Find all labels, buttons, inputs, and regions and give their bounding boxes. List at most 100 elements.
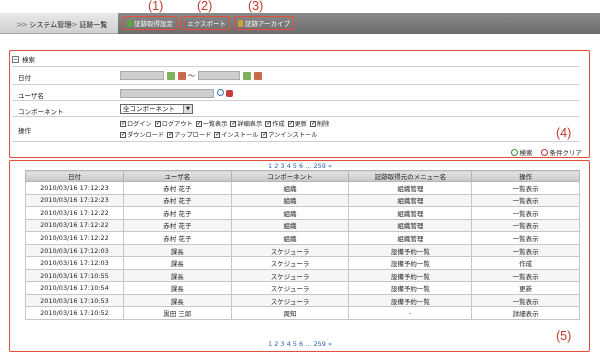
cell-menu: 組織管理 (348, 206, 473, 220)
cell-operation: 一覧表示 (471, 231, 580, 245)
column-header-operation[interactable]: 操作 (471, 170, 580, 182)
search-panel-header[interactable]: − 検索 (12, 54, 35, 64)
date-from-input[interactable] (120, 71, 164, 80)
callout-2: (2) (197, 0, 213, 13)
calendar-icon[interactable] (167, 72, 175, 80)
user-input[interactable] (120, 89, 214, 98)
cell-component: スケジューラ (230, 293, 350, 308)
column-header-date[interactable]: 日付 (25, 170, 124, 182)
checkbox-download[interactable]: ✓ ダウンロード (120, 130, 164, 139)
collapse-icon[interactable]: − (12, 55, 19, 63)
cell-operation: 一覧表示 (471, 268, 580, 283)
callout-3: (3) (248, 0, 264, 13)
cell-operation: 一覧表示 (471, 293, 580, 308)
archive-icon (238, 19, 243, 27)
table-row[interactable]: 2010/03/16 17:10:53 課長 スケジューラ 設備予約一覧 一覧表示 (25, 293, 580, 308)
column-header-component[interactable]: コンポーネント (230, 170, 350, 182)
table-row[interactable]: 2010/03/16 17:10:55 課長 スケジューラ 設備予約一覧 一覧表示 (25, 268, 580, 283)
breadcrumb-current-label: 証跡一覧 (79, 21, 108, 29)
checkbox-checked-icon: ✓ (120, 119, 127, 127)
cell-component: スケジューラ (230, 243, 350, 258)
table-row[interactable]: 2010/03/16 17:12:03 課長 スケジューラ 設備予約一覧 一覧表示 (25, 243, 580, 258)
tab-export-label: エクスポート (187, 20, 226, 28)
tab-archive[interactable]: 証跡アーカイブ (234, 16, 294, 30)
cell-menu: 組織管理 (348, 193, 473, 208)
calendar-icon[interactable] (243, 72, 251, 80)
checkbox-checked-icon: ✓ (309, 119, 316, 127)
audit-log-page: (1) (2) (3) (4) (5) >> システム管理 >> 証跡一覧 証跡… (0, 0, 600, 355)
table-row[interactable]: 2010/03/16 17:12:22 赤村 花子 組織 組織管理 一覧表示 (25, 206, 580, 220)
cell-operation: 一覧表示 (471, 206, 580, 220)
operation-label: 操作 (18, 127, 31, 135)
checkbox-checked-icon: ✓ (265, 119, 272, 127)
cell-date: 2010/03/16 17:12:22 (25, 231, 124, 245)
cell-date: 2010/03/16 17:12:03 (25, 256, 124, 270)
cell-component: 組織 (230, 206, 350, 220)
date-to-input[interactable] (198, 71, 240, 80)
checkbox-checked-icon: ✓ (261, 130, 268, 138)
cell-operation: 一覧表示 (471, 193, 580, 208)
table-row[interactable]: 2010/03/16 17:12:22 赤村 花子 組織 組織管理 一覧表示 (25, 231, 580, 245)
checkbox-uninstall[interactable]: ✓ アンインストール (261, 130, 317, 139)
cell-user: 課長 (122, 281, 232, 295)
cell-menu: 組織管理 (348, 181, 473, 195)
clear-conditions-button[interactable]: 条件クリア (540, 147, 583, 157)
user-clear-icon[interactable] (226, 90, 233, 97)
pager-bottom[interactable]: 1 2 3 4 5 6 ... 259 » (268, 340, 332, 348)
breadcrumb-arrow-icon: >> (16, 20, 27, 29)
column-header-user[interactable]: ユーザ名 (122, 170, 232, 182)
tab-archive-label: 証跡アーカイブ (244, 20, 290, 28)
checkbox-checked-icon: ✓ (120, 130, 127, 138)
pager-top[interactable]: 1 2 3 4 5 6 ... 259 » (268, 162, 332, 170)
checkbox-detail-view[interactable]: ✓ 詳細表示 (230, 119, 262, 128)
component-select-value: 全コンポーネント (123, 105, 175, 113)
breadcrumb-root[interactable]: >> システム管理 (16, 18, 71, 32)
checkbox-list-view[interactable]: ✓ 一覧表示 (195, 119, 227, 128)
table-row[interactable]: 2010/03/16 17:10:54 課長 スケジューラ 設備予約一覧 更新 (25, 281, 580, 295)
search-button[interactable]: 検索 (510, 147, 533, 157)
checkbox-install[interactable]: ✓ インストール (214, 130, 258, 139)
tab-export[interactable]: エクスポート (181, 16, 230, 30)
cell-component: スケジューラ (230, 256, 350, 270)
checkbox-delete[interactable]: ✓ 削除 (309, 119, 329, 128)
table-row[interactable]: 2010/03/16 17:12:23 赤村 花子 組織 組織管理 一覧表示 (25, 193, 580, 208)
checkbox-checked-icon: ✓ (230, 119, 237, 127)
component-row: コンポーネント 全コンポーネント ▼ (12, 100, 580, 116)
clear-date-icon[interactable] (178, 72, 186, 80)
cell-operation: 作成 (471, 256, 580, 270)
cell-operation: 一覧表示 (471, 218, 580, 233)
checkbox-logout[interactable]: ✓ ログアウト (154, 119, 193, 128)
component-select[interactable]: 全コンポーネント ▼ (120, 104, 193, 114)
column-header-menu[interactable]: 証跡取得元のメニュー名 (348, 170, 473, 182)
cell-operation: 更新 (471, 281, 580, 295)
clear-conditions-label: 条件クリア (549, 149, 583, 157)
cell-date: 2010/03/16 17:10:53 (25, 293, 124, 308)
operation-checkboxes-line1: ✓ ログイン ✓ ログアウト ✓ 一覧表示 ✓ 詳細表示 ✓ 作成 ✓ 更新 ✓ 削除 (120, 119, 329, 128)
checkbox-create[interactable]: ✓ 作成 (265, 119, 285, 128)
cell-user: 赤村 花子 (122, 181, 232, 195)
tab-audit-settings[interactable]: 証跡取得設定 (123, 16, 177, 30)
cell-component: 組織 (230, 231, 350, 245)
table-row[interactable]: 2010/03/16 17:12:03 課長 スケジューラ 設備予約一覧 作成 (25, 256, 580, 270)
cell-user: 赤村 花子 (122, 206, 232, 220)
cell-component: 組織 (230, 193, 350, 208)
table-header-row: 日付 ユーザ名 コンポーネント 証跡取得元のメニュー名 操作 (25, 170, 580, 182)
cell-date: 2010/03/16 17:12:23 (25, 193, 124, 208)
checkbox-upload[interactable]: ✓ アップロード (167, 130, 211, 139)
clear-date-icon[interactable] (254, 72, 262, 80)
checkbox-checked-icon: ✓ (214, 130, 221, 138)
breadcrumb-current: >> 証跡一覧 (66, 18, 107, 32)
search-button-label: 検索 (519, 149, 533, 157)
search-panel-title: 検索 (22, 56, 35, 64)
checkbox-update[interactable]: ✓ 更新 (287, 119, 307, 128)
tab-audit-settings-label: 証跡取得設定 (134, 20, 173, 28)
breadcrumb-root-label: システム管理 (29, 21, 72, 29)
search-icon (510, 148, 518, 156)
table-row[interactable]: 2010/03/16 17:12:23 赤村 花子 組織 組織管理 一覧表示 (25, 181, 580, 195)
date-row: 日付 〜 (12, 66, 580, 84)
checkbox-login[interactable]: ✓ ログイン (120, 119, 152, 128)
cell-menu: 設備予約一覧 (348, 281, 473, 295)
table-row[interactable]: 2010/03/16 17:12:22 赤村 花子 組織 組織管理 一覧表示 (25, 218, 580, 233)
user-search-icon[interactable] (217, 89, 224, 96)
table-row[interactable]: 2010/03/16 17:10:52 黒田 三郎 周知 - 詳細表示 (25, 306, 580, 320)
